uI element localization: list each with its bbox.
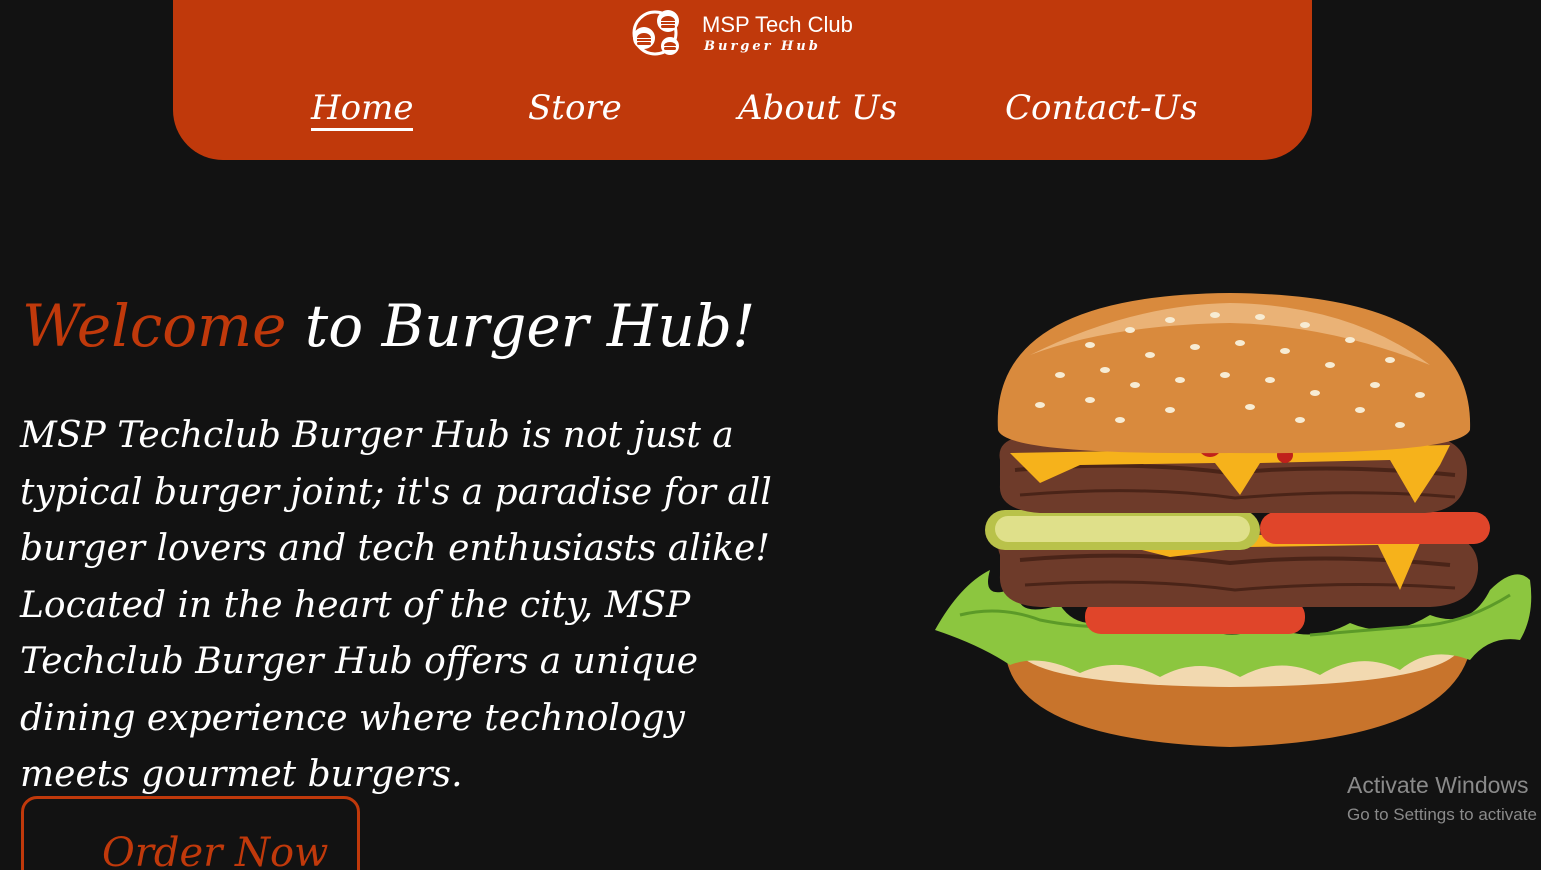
- nav-link-about-us[interactable]: About Us: [738, 88, 897, 128]
- order-now-button[interactable]: Order Now: [21, 796, 360, 870]
- watermark-subtitle: Go to Settings to activate: [1347, 805, 1537, 824]
- watermark-title: Activate Windows: [1347, 772, 1529, 798]
- logo-title: MSP Tech Club: [702, 11, 853, 37]
- hero-title-rest: to Burger Hub!: [286, 292, 756, 360]
- site-header: MSP Tech Club Burger Hub Home Store Abou…: [173, 0, 1312, 160]
- nav-link-home[interactable]: Home: [311, 88, 414, 131]
- site-logo[interactable]: MSP Tech Club Burger Hub: [628, 8, 853, 58]
- hero-title-accent: Welcome: [22, 292, 287, 360]
- main-nav: Home Store About Us Contact-Us: [173, 88, 1312, 138]
- activate-windows-watermark: Activate Windows Go to Settings to activ…: [1347, 772, 1537, 825]
- burger-image: [935, 293, 1532, 747]
- logo-subtitle: Burger Hub: [704, 38, 821, 54]
- nav-link-store[interactable]: Store: [528, 88, 622, 128]
- hero-title: Welcome to Burger Hub!: [22, 292, 755, 360]
- nav-link-contact-us[interactable]: Contact-Us: [1005, 88, 1198, 128]
- burger-logo-icon: [632, 10, 679, 56]
- logo-text: MSP Tech Club Burger Hub: [702, 11, 853, 54]
- hero-description: MSP Techclub Burger Hub is not just a ty…: [20, 415, 772, 795]
